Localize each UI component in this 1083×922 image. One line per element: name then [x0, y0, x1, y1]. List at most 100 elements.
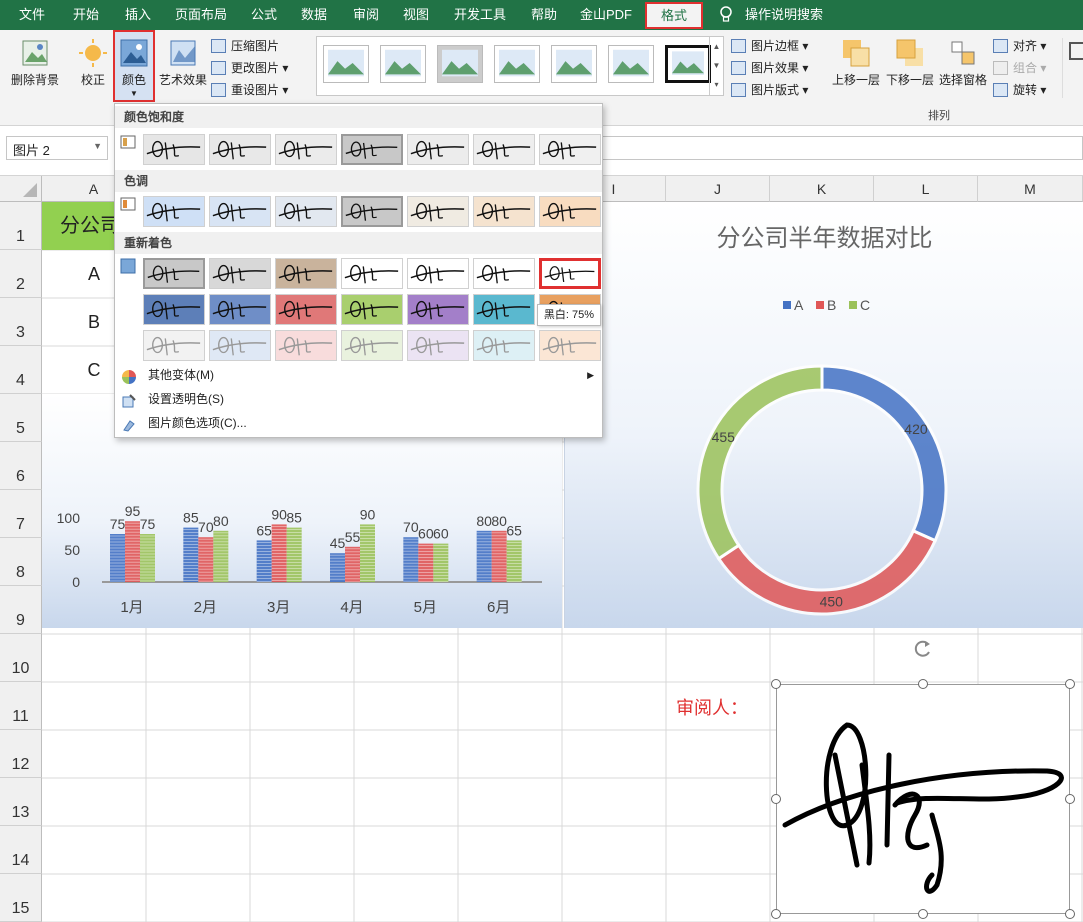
select-all-corner[interactable] [0, 176, 42, 202]
color-option-saturation-1[interactable] [143, 134, 205, 165]
color-option-recolor-row2-5[interactable] [407, 294, 469, 325]
color-option-saturation-2[interactable] [209, 134, 271, 165]
color-option-saturation-6[interactable] [473, 134, 535, 165]
color-option-recolor-row3-1[interactable] [143, 330, 205, 361]
color-option-recolor-row1-7[interactable] [539, 258, 601, 289]
color-option-recolor-row3-7[interactable] [539, 330, 601, 361]
change-picture-button[interactable]: 更改图片 ▾ [211, 58, 288, 78]
resize-handle-8[interactable] [1065, 909, 1075, 919]
donut-slice-C[interactable] [696, 364, 824, 561]
bar-C-5[interactable] [433, 543, 449, 582]
row-header-15[interactable]: 15 [0, 874, 42, 922]
tab-data[interactable]: 数据 [290, 0, 338, 30]
row-header-13[interactable]: 13 [0, 778, 42, 826]
bar-B-1[interactable] [125, 521, 140, 582]
tab-format[interactable]: 格式 [645, 2, 703, 29]
tab-formulas[interactable]: 公式 [240, 0, 288, 30]
compress-pictures-button[interactable]: 压缩图片 [211, 36, 279, 56]
donut-chart[interactable]: 分公司半年数据对比 A B C 420 450 455 [564, 202, 1083, 628]
more-variations-item[interactable]: 其他变体(M) ▶ [115, 363, 602, 387]
row-header-1[interactable]: 1 [0, 202, 42, 250]
tab-help[interactable]: 帮助 [520, 0, 568, 30]
color-option-recolor-row2-2[interactable] [209, 294, 271, 325]
row-header-10[interactable]: 10 [0, 634, 42, 682]
corrections-button[interactable]: 校正 [76, 38, 110, 88]
gallery-scroll-icon[interactable]: ▲ ▼ ▾ [709, 37, 723, 95]
picture-style-3[interactable] [437, 45, 483, 83]
tab-view[interactable]: 视图 [392, 0, 440, 30]
selection-pane-button[interactable]: 选择窗格 [937, 38, 989, 88]
color-option-recolor-row3-6[interactable] [473, 330, 535, 361]
color-option-recolor-row1-6[interactable] [473, 258, 535, 289]
color-button[interactable]: 颜色 ▼ [113, 30, 155, 102]
color-option-recolor-row1-1[interactable] [143, 258, 205, 289]
rotate-handle-icon[interactable] [912, 638, 934, 660]
tab-file[interactable]: 文件 [8, 0, 56, 30]
resize-handle-2[interactable] [918, 679, 928, 689]
color-option-recolor-row2-1[interactable] [143, 294, 205, 325]
color-option-recolor-row1-2[interactable] [209, 258, 271, 289]
rotate-button[interactable]: 旋转 ▾ [993, 80, 1046, 100]
row-header-12[interactable]: 12 [0, 730, 42, 778]
picture-style-4[interactable] [494, 45, 540, 83]
picture-effects-button[interactable]: 图片效果 ▾ [731, 58, 808, 78]
row-header-3[interactable]: 3 [0, 298, 42, 346]
color-option-recolor-row3-3[interactable] [275, 330, 337, 361]
send-backward-button[interactable]: 下移一层 [884, 38, 936, 88]
picture-style-5[interactable] [551, 45, 597, 83]
color-option-saturation-7[interactable] [539, 134, 601, 165]
row-header-8[interactable]: 8 [0, 538, 42, 586]
tab-developer[interactable]: 开发工具 [448, 0, 512, 30]
tab-review[interactable]: 审阅 [342, 0, 390, 30]
tell-me-search[interactable]: 操作说明搜索 [742, 0, 826, 30]
resize-handle-4[interactable] [771, 794, 781, 804]
picture-style-2[interactable] [380, 45, 426, 83]
formula-input[interactable] [600, 136, 1083, 160]
color-option-tone-5[interactable] [407, 196, 469, 227]
bring-forward-button[interactable]: 上移一层 [830, 38, 882, 88]
picture-border-button[interactable]: 图片边框 ▾ [731, 36, 808, 56]
resize-handle-3[interactable] [1065, 679, 1075, 689]
resize-handle-5[interactable] [1065, 794, 1075, 804]
tab-insert[interactable]: 插入 [114, 0, 162, 30]
reset-picture-button[interactable]: 重设图片 ▾ [211, 80, 288, 100]
color-option-tone-3[interactable] [275, 196, 337, 227]
name-box[interactable]: 图片 2 ▼ [6, 136, 108, 160]
column-header-m[interactable]: M [978, 176, 1083, 202]
artistic-effects-button[interactable]: 艺术效果 [157, 38, 209, 88]
resize-handle-6[interactable] [771, 909, 781, 919]
picture-color-options-item[interactable]: 图片颜色选项(C)... [115, 411, 602, 435]
color-option-tone-4[interactable] [341, 196, 403, 227]
row-header-14[interactable]: 14 [0, 826, 42, 874]
column-header-k[interactable]: K [770, 176, 874, 202]
row-header-4[interactable]: 4 [0, 346, 42, 394]
row-header-6[interactable]: 6 [0, 442, 42, 490]
row-header-5[interactable]: 5 [0, 394, 42, 442]
color-option-recolor-row1-3[interactable] [275, 258, 337, 289]
row-header-2[interactable]: 2 [0, 250, 42, 298]
color-option-recolor-row1-5[interactable] [407, 258, 469, 289]
align-button[interactable]: 对齐 ▾ [993, 36, 1046, 56]
picture-layout-button[interactable]: 图片版式 ▾ [731, 80, 808, 100]
color-option-recolor-row3-2[interactable] [209, 330, 271, 361]
set-transparent-color-item[interactable]: 设置透明色(S) [115, 387, 602, 411]
crop-button-partial[interactable] [1062, 38, 1083, 98]
color-option-tone-6[interactable] [473, 196, 535, 227]
color-option-tone-1[interactable] [143, 196, 205, 227]
picture-style-1[interactable] [323, 45, 369, 83]
color-option-tone-2[interactable] [209, 196, 271, 227]
color-option-tone-7[interactable] [539, 196, 601, 227]
picture-style-6[interactable] [608, 45, 654, 83]
color-option-recolor-row3-5[interactable] [407, 330, 469, 361]
tab-home[interactable]: 开始 [62, 0, 110, 30]
row-header-7[interactable]: 7 [0, 490, 42, 538]
color-option-saturation-3[interactable] [275, 134, 337, 165]
resize-handle-7[interactable] [918, 909, 928, 919]
remove-background-button[interactable]: 删除背景 [6, 38, 64, 88]
color-option-saturation-5[interactable] [407, 134, 469, 165]
donut-slice-A[interactable] [820, 364, 948, 543]
picture-style-7[interactable] [665, 45, 711, 83]
bar-B-5[interactable] [418, 543, 434, 582]
color-option-recolor-row2-4[interactable] [341, 294, 403, 325]
color-option-saturation-4[interactable] [341, 134, 403, 165]
